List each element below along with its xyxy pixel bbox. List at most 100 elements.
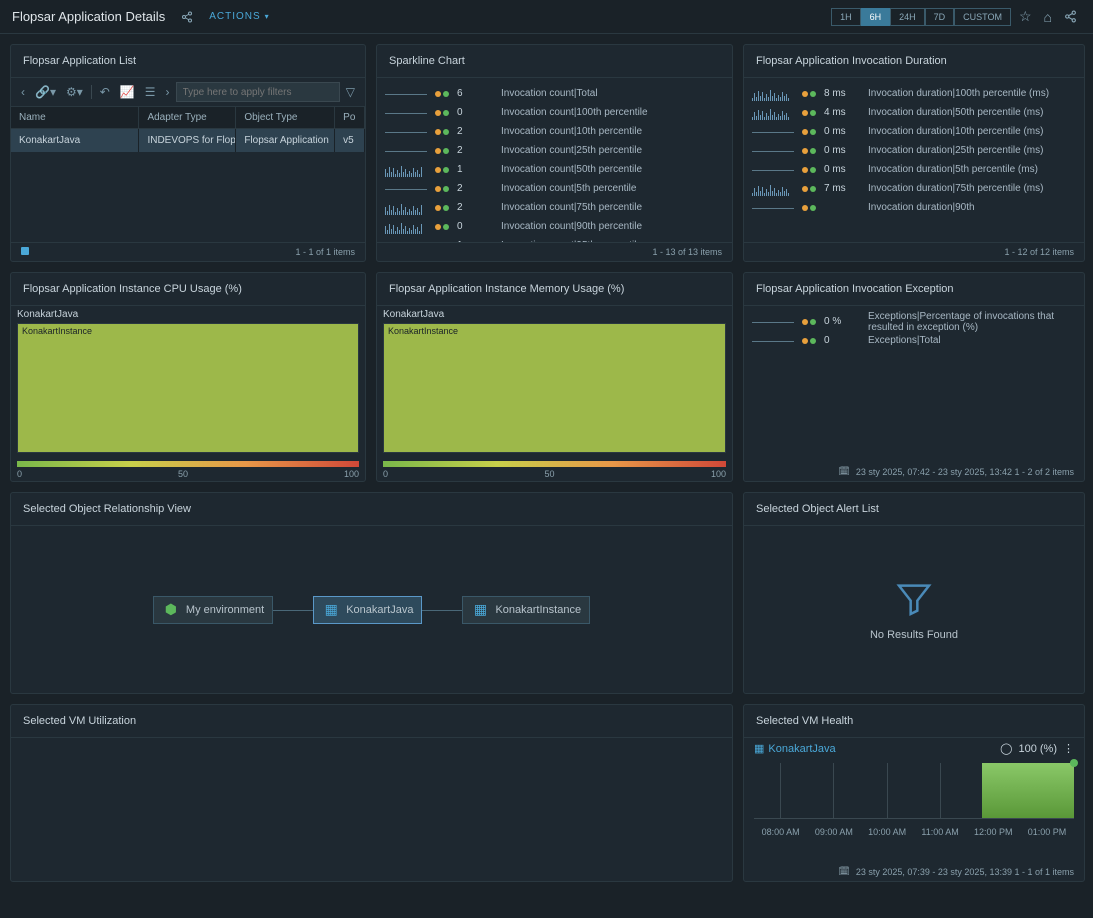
spark-value: 1 (457, 240, 493, 242)
env-icon: ⬢ (162, 601, 180, 619)
app-list-toolbar: ‹ 🔗▾ ⚙▾ ↶ 📈 ☰ › ▽ (11, 78, 365, 107)
spark-value: 2 (457, 202, 493, 213)
spark-row[interactable]: Invocation duration|90th (752, 198, 1076, 217)
status-dots (435, 91, 449, 97)
health-chart (754, 763, 1074, 819)
undo-icon[interactable]: ↶ (96, 83, 114, 101)
spark-row[interactable]: 2 Invocation count|75th percentile (385, 198, 724, 217)
spark-value: 2 (457, 145, 493, 156)
sparkline-chart (385, 201, 427, 215)
table-row[interactable]: KonakartJava INDEVOPS for Flops... Flops… (11, 129, 365, 152)
time-range-7d[interactable]: 7D (925, 8, 955, 26)
status-circle-icon: ◯ (1000, 742, 1012, 755)
nav-prev-icon[interactable]: ‹ (17, 83, 29, 101)
spark-row[interactable]: 1 Invocation count|50th percentile (385, 160, 724, 179)
spark-row[interactable]: 2 Invocation count|10th percentile (385, 122, 724, 141)
spark-value: 6 (457, 88, 493, 99)
relationship-node[interactable]: ⬢My environment (153, 596, 273, 624)
star-icon[interactable]: ☆ (1015, 6, 1036, 27)
spark-row[interactable]: 2 Invocation count|5th percentile (385, 179, 724, 198)
filter-input[interactable] (176, 82, 340, 102)
share-page-icon[interactable] (1060, 8, 1081, 25)
widget-title: Selected Object Alert List (744, 493, 1084, 526)
spark-label: Invocation count|50th percentile (501, 164, 724, 175)
spark-row[interactable]: 0 ms Invocation duration|25th percentile… (752, 141, 1076, 160)
time-range-custom[interactable]: CUSTOM (954, 8, 1011, 26)
time-range-1h[interactable]: 1H (831, 8, 861, 26)
spark-label: Invocation duration|100th percentile (ms… (868, 88, 1076, 99)
relationship-node[interactable]: ▦KonakartJava (313, 596, 422, 624)
spark-row[interactable]: 6 Invocation count|Total (385, 84, 724, 103)
chart-line-icon[interactable]: 📈 (116, 83, 139, 101)
spark-value: 0 % (824, 316, 860, 327)
gear-icon[interactable]: ⚙▾ (62, 83, 87, 101)
time-range-24h[interactable]: 24H (890, 8, 925, 26)
status-dots (802, 186, 816, 192)
x-tick-label: 09:00 AM (815, 827, 853, 837)
spark-row[interactable]: 8 ms Invocation duration|100th percentil… (752, 84, 1076, 103)
spark-row[interactable]: 0 Exceptions|Total (752, 331, 1076, 350)
calendar-icon: 🗓 (838, 466, 849, 477)
sparkline-chart (752, 106, 794, 120)
widget-title: Flopsar Application Instance Memory Usag… (377, 273, 732, 306)
spark-row[interactable]: 4 ms Invocation duration|50th percentile… (752, 103, 1076, 122)
sparkline-chart (385, 163, 427, 177)
spark-row[interactable]: 2 Invocation count|25th percentile (385, 141, 724, 160)
spark-value: 0 (457, 107, 493, 118)
sparkline-chart (752, 163, 794, 177)
heatmap-group-label: KonakartJava (11, 306, 365, 323)
spark-row[interactable]: 0 Invocation count|100th percentile (385, 103, 724, 122)
spark-row[interactable]: 0 Invocation count|90th percentile (385, 217, 724, 236)
spark-row[interactable]: 1 Invocation count|95th percentile (385, 236, 724, 242)
nav-next-icon[interactable]: › (162, 83, 174, 101)
col-po[interactable]: Po (335, 107, 365, 128)
list-icon[interactable]: ☰ (141, 83, 160, 101)
share-icon[interactable] (177, 9, 197, 25)
footer-date-text: 23 sty 2025, 07:42 - 23 sty 2025, 13:42 … (856, 467, 1074, 477)
app-list-widget: Flopsar Application List ‹ 🔗▾ ⚙▾ ↶ 📈 ☰ ›… (10, 44, 366, 262)
spark-label: Invocation duration|25th percentile (ms) (868, 145, 1076, 156)
spark-label: Invocation duration|75th percentile (ms) (868, 183, 1076, 194)
pagination-text: 1 - 1 of 1 items (295, 247, 355, 257)
vm-name-link[interactable]: ▦ KonakartJava (754, 742, 836, 755)
spark-value: 2 (457, 126, 493, 137)
spark-row[interactable]: 7 ms Invocation duration|75th percentile… (752, 179, 1076, 198)
page-header: Flopsar Application Details ACTIONS ▾ 1H… (0, 0, 1093, 34)
spark-label: Invocation count|100th percentile (501, 107, 724, 118)
status-dots (802, 167, 816, 173)
link-icon[interactable]: 🔗▾ (31, 83, 60, 101)
relationship-node[interactable]: ▦ KonakartInstance (462, 596, 590, 624)
pagination-text: 1 - 13 of 13 items (377, 242, 732, 261)
col-name[interactable]: Name (11, 107, 139, 128)
sparkline-chart (752, 144, 794, 158)
actions-dropdown[interactable]: ACTIONS ▾ (209, 11, 269, 22)
spark-value: 2 (457, 183, 493, 194)
status-dots (435, 167, 449, 173)
spark-label: Invocation duration|10th percentile (ms) (868, 126, 1076, 137)
node-label: KonakartJava (346, 604, 413, 616)
spark-row[interactable]: 0 ms Invocation duration|5th percentile … (752, 160, 1076, 179)
status-dots (802, 110, 816, 116)
col-objtype[interactable]: Object Type (236, 107, 335, 128)
home-icon[interactable]: ⌂ (1040, 7, 1056, 27)
spark-row[interactable]: 0 ms Invocation duration|10th percentile… (752, 122, 1076, 141)
spark-label: Invocation count|95th percentile (501, 240, 724, 242)
sparkline-chart (385, 144, 427, 158)
filter-icon[interactable]: ▽ (342, 83, 359, 101)
spark-label: Invocation count|75th percentile (501, 202, 724, 213)
app-icon: ▦ (471, 601, 489, 619)
status-dots (802, 91, 816, 97)
health-marker-icon (1070, 759, 1078, 767)
more-icon[interactable]: ⋮ (1063, 742, 1074, 755)
status-dots (802, 319, 816, 325)
col-adapter[interactable]: Adapter Type (139, 107, 236, 128)
pager-icon[interactable] (21, 247, 29, 255)
spark-label: Exceptions|Percentage of invocations tha… (868, 311, 1076, 333)
time-range-6h[interactable]: 6H (861, 8, 891, 26)
spark-row[interactable]: 0 % Exceptions|Percentage of invocations… (752, 312, 1076, 331)
x-tick-label: 11:00 AM (921, 827, 958, 837)
heatmap-box[interactable]: KonakartInstance (383, 323, 726, 453)
heatmap-box[interactable]: KonakartInstance (17, 323, 359, 453)
node-label: KonakartInstance (495, 604, 581, 616)
spark-value: 0 ms (824, 145, 860, 156)
